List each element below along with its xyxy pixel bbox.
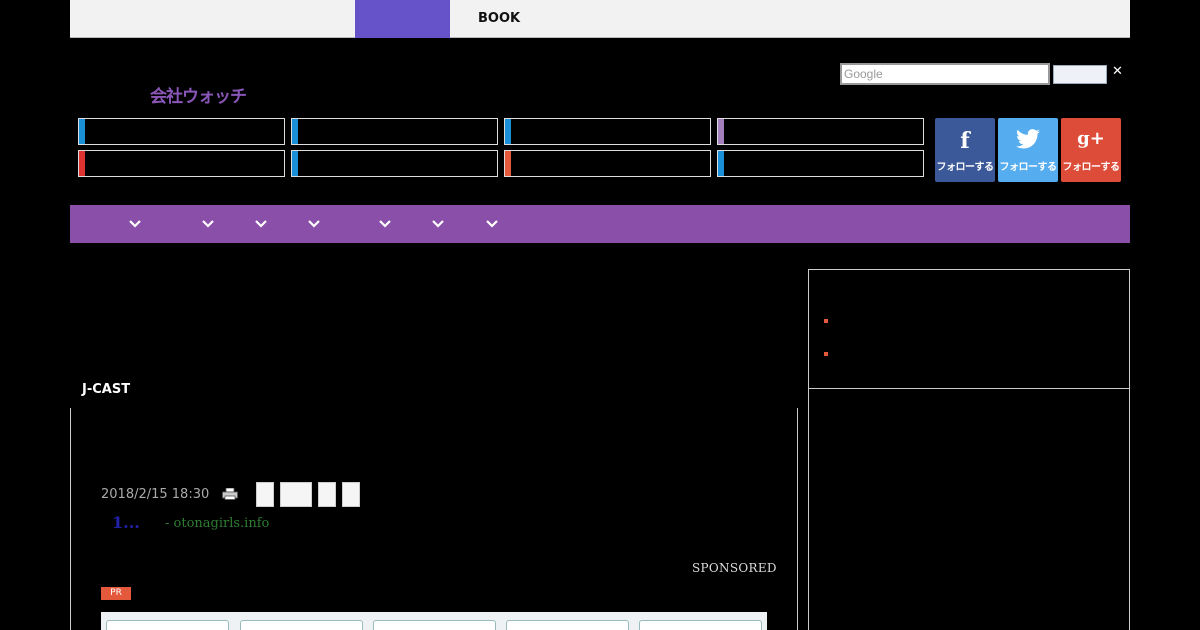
category-link[interactable] (717, 118, 924, 145)
share-button[interactable] (342, 482, 360, 507)
chevron-down-icon[interactable] (129, 218, 141, 230)
search-button[interactable] (1053, 65, 1107, 84)
tab-book[interactable]: BOOK (478, 11, 520, 26)
page: BOOK 会社ウォッチ Google ✕ f フォローする フォローする g+ … (0, 0, 1200, 630)
chevron-down-icon[interactable] (432, 218, 444, 230)
category-color-bar (292, 151, 298, 176)
category-link[interactable] (291, 150, 498, 177)
twitter-icon (998, 128, 1058, 156)
tab-active[interactable] (355, 0, 450, 38)
site-logo[interactable]: 会社ウォッチ (150, 82, 247, 107)
sidebar-box (808, 389, 1130, 630)
ad-card[interactable] (106, 620, 229, 630)
chevron-down-icon[interactable] (255, 218, 267, 230)
sponsored-label: SPONSORED (692, 561, 777, 575)
ad-card[interactable] (639, 620, 762, 630)
category-link[interactable] (78, 118, 285, 145)
chevron-down-icon[interactable] (202, 218, 214, 230)
related-article-source: - otonagirls.info (165, 516, 270, 531)
print-icon[interactable] (222, 488, 238, 500)
share-button[interactable] (318, 482, 336, 507)
category-link[interactable] (504, 118, 711, 145)
facebook-icon: f (960, 128, 970, 154)
related-article-link[interactable]: 1... (112, 513, 140, 532)
bullet-icon (824, 319, 828, 323)
category-color-bar (292, 119, 298, 144)
chevron-down-icon[interactable] (308, 218, 320, 230)
search-input[interactable]: Google (840, 63, 1050, 85)
category-color-bar (79, 151, 85, 176)
follow-label: フォローする (1062, 162, 1121, 173)
googleplus-icon: g+ (1077, 128, 1105, 149)
category-color-bar (505, 151, 511, 176)
category-link[interactable] (717, 150, 924, 177)
ad-card[interactable] (373, 620, 496, 630)
twitter-follow-button[interactable]: フォローする (998, 118, 1058, 182)
share-button[interactable] (256, 482, 274, 507)
pr-badge: PR (101, 587, 131, 600)
sidebar-box (808, 269, 1130, 389)
follow-label: フォローする (999, 162, 1058, 173)
top-bar: BOOK (70, 0, 1130, 38)
close-icon[interactable]: ✕ (1112, 64, 1123, 79)
category-color-bar (718, 119, 724, 144)
chevron-down-icon[interactable] (379, 218, 391, 230)
facebook-follow-button[interactable]: f フォローする (935, 118, 995, 182)
googleplus-follow-button[interactable]: g+ フォローする (1061, 118, 1121, 182)
category-link[interactable] (78, 150, 285, 177)
bullet-icon (824, 352, 828, 356)
chevron-down-icon[interactable] (486, 218, 498, 230)
main-nav-bar (70, 205, 1130, 243)
article-date: 2018/2/15 18:30 (101, 487, 210, 502)
share-button[interactable] (280, 482, 312, 507)
follow-label: フォローする (936, 162, 995, 173)
category-link[interactable] (291, 118, 498, 145)
category-color-bar (505, 119, 511, 144)
category-link[interactable] (504, 150, 711, 177)
ad-card[interactable] (506, 620, 629, 630)
ad-card[interactable] (240, 620, 363, 630)
category-color-bar (718, 151, 724, 176)
category-color-bar (79, 119, 85, 144)
section-label[interactable]: J-CAST (82, 382, 130, 397)
